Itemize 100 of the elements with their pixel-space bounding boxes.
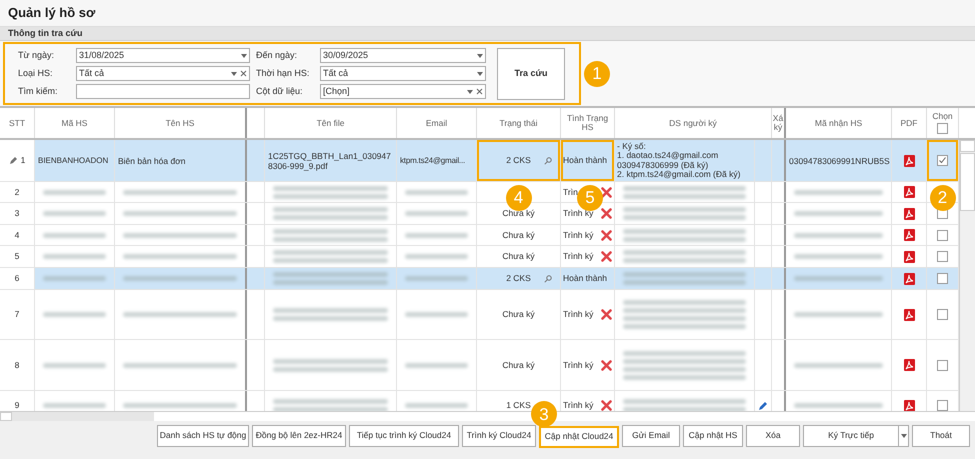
status-field[interactable]: Chưa ký: [477, 225, 560, 245]
action-button[interactable]: Ký Trực tiếp: [803, 424, 899, 446]
table-row[interactable]: 3 Chưa ký Trình ký: [0, 203, 959, 225]
column-header[interactable]: Mã HS: [62, 118, 88, 128]
section-header: Thông tin tra cứu: [0, 27, 975, 41]
dropdown-icon: [467, 90, 473, 94]
table-row[interactable]: 6 2 CKS Hoàn thành: [0, 268, 959, 290]
column-header[interactable]: PDF: [900, 118, 918, 128]
action-button[interactable]: Cập nhật HS: [683, 424, 743, 446]
combo-box[interactable]: 30/09/2025: [320, 48, 486, 63]
action-button[interactable]: Đồng bộ lên 2ez-HR24: [252, 424, 346, 446]
status-field[interactable]: 2 CKS: [477, 140, 560, 181]
status-field[interactable]: 2 CKS: [477, 268, 560, 289]
row-number: 3: [14, 207, 20, 220]
header-checkbox[interactable]: [937, 123, 948, 134]
pdf-icon: [904, 186, 914, 198]
blurred-text: [405, 254, 468, 259]
delete-icon: [601, 400, 612, 411]
action-button[interactable]: Tiếp tục trình ký Cloud24: [349, 424, 459, 446]
search-icon: [544, 274, 552, 282]
column-header[interactable]: Email: [426, 118, 448, 128]
blurred-text: [43, 232, 106, 238]
row-number: 9: [14, 399, 20, 411]
row-number: 6: [14, 272, 20, 285]
blurred-text: [405, 276, 468, 281]
dropdown-icon: [231, 72, 237, 76]
pdf-icon: [904, 272, 914, 284]
action-button[interactable]: Danh sách HS tự động: [157, 424, 249, 446]
blurred-text: [405, 232, 468, 238]
row-header[interactable]: 6: [0, 268, 35, 289]
dropdown-button[interactable]: [899, 424, 909, 446]
column-header[interactable]: Tên file: [316, 118, 344, 128]
delete-icon: [601, 251, 612, 262]
combo-box[interactable]: Tất cả: [76, 66, 250, 81]
checkbox[interactable]: [937, 155, 948, 166]
status-text: Trình ký: [563, 250, 594, 263]
dropdown-icon: [477, 72, 483, 76]
field-label: Từ ngày:: [18, 48, 54, 62]
column-header[interactable]: Tình Trạng HS: [561, 114, 614, 132]
table-row[interactable]: 8 Chưa ký Trình ký: [0, 340, 959, 391]
checkbox[interactable]: [937, 273, 948, 284]
window-title: Quản lý hồ sơ: [0, 0, 975, 27]
table-cell-text: 03094783069991NRUB5S: [788, 156, 891, 166]
delete-icon: [601, 208, 612, 219]
table-cell-text: BIENBANHOADON: [37, 156, 110, 166]
status-text: Trình ký: [563, 308, 594, 321]
combo-box[interactable]: 31/08/2025: [76, 48, 250, 63]
signer-list: - Ký số: 1. daotao.ts24@gmail.com 0309478306999 (Đã ký) 2. ktpm.ts24@gmail.com (Đã ký): [615, 142, 754, 180]
checkbox[interactable]: [937, 230, 948, 240]
checkbox[interactable]: [937, 400, 948, 411]
row-number: 2: [14, 186, 20, 198]
pdf-icon: [904, 208, 914, 220]
status-field[interactable]: Chưa ký: [477, 290, 560, 339]
blurred-text: [405, 211, 468, 216]
status-field[interactable]: Chưa ký: [477, 340, 560, 390]
action-button[interactable]: Cập nhật Cloud24: [539, 426, 619, 448]
column-header[interactable]: Xá ký: [772, 114, 784, 132]
blurred-text: [405, 312, 468, 317]
table-row[interactable]: 7 Chưa ký Trình ký: [0, 290, 959, 340]
checkbox[interactable]: [937, 309, 948, 320]
checkbox[interactable]: [937, 251, 948, 262]
combo-box[interactable]: Tất cả: [320, 66, 486, 81]
status-field[interactable]: Chưa ký: [477, 203, 560, 224]
action-button[interactable]: Xóa: [746, 424, 800, 446]
vertical-scrollbar[interactable]: [959, 140, 975, 411]
search-field[interactable]: [76, 84, 250, 99]
status-text: Trìn: [563, 186, 578, 198]
clear-icon: [240, 70, 247, 77]
blurred-text: [43, 254, 106, 259]
status-field[interactable]: Chưa ký: [477, 246, 560, 267]
delete-icon: [601, 230, 612, 240]
row-number: 4: [14, 228, 20, 242]
checkbox[interactable]: [937, 360, 948, 370]
combo-box[interactable]: [Chọn]: [320, 84, 486, 99]
pencil-icon: [8, 156, 17, 164]
search-button[interactable]: Tra cứu: [497, 48, 565, 100]
column-header[interactable]: Mã nhận HS: [814, 118, 862, 128]
action-button[interactable]: Trình ký Cloud24: [462, 424, 536, 446]
column-header[interactable]: Chọn: [932, 112, 953, 121]
blurred-text: [405, 403, 468, 408]
table-cell-text: ktpm.ts24@gmail...: [399, 156, 466, 166]
highlight-frame: [927, 140, 958, 181]
callout-badge: 1: [584, 61, 610, 87]
action-button[interactable]: Gửi Email: [622, 424, 680, 446]
blurred-text: [43, 190, 106, 194]
pdf-icon: [904, 359, 914, 371]
search-icon: [544, 156, 552, 164]
column-header[interactable]: STT: [8, 118, 26, 128]
row-header[interactable]: 1: [0, 140, 35, 181]
table-row[interactable]: 4 Chưa ký Trình ký: [0, 225, 959, 246]
table-row[interactable]: 5 Chưa ký Trình ký: [0, 246, 959, 268]
action-button[interactable]: Thoát: [912, 424, 970, 446]
table-cell-text: Biên bản hóa đơn: [117, 156, 186, 166]
pdf-icon: [904, 154, 914, 166]
column-header[interactable]: Tên HS: [166, 118, 194, 128]
column-header[interactable]: DS người ký: [669, 118, 717, 128]
column-header[interactable]: Trạng thái: [500, 118, 538, 128]
clear-icon: [476, 88, 483, 95]
row-number: 5: [14, 250, 20, 263]
field-label: Đến ngày:: [256, 48, 298, 62]
